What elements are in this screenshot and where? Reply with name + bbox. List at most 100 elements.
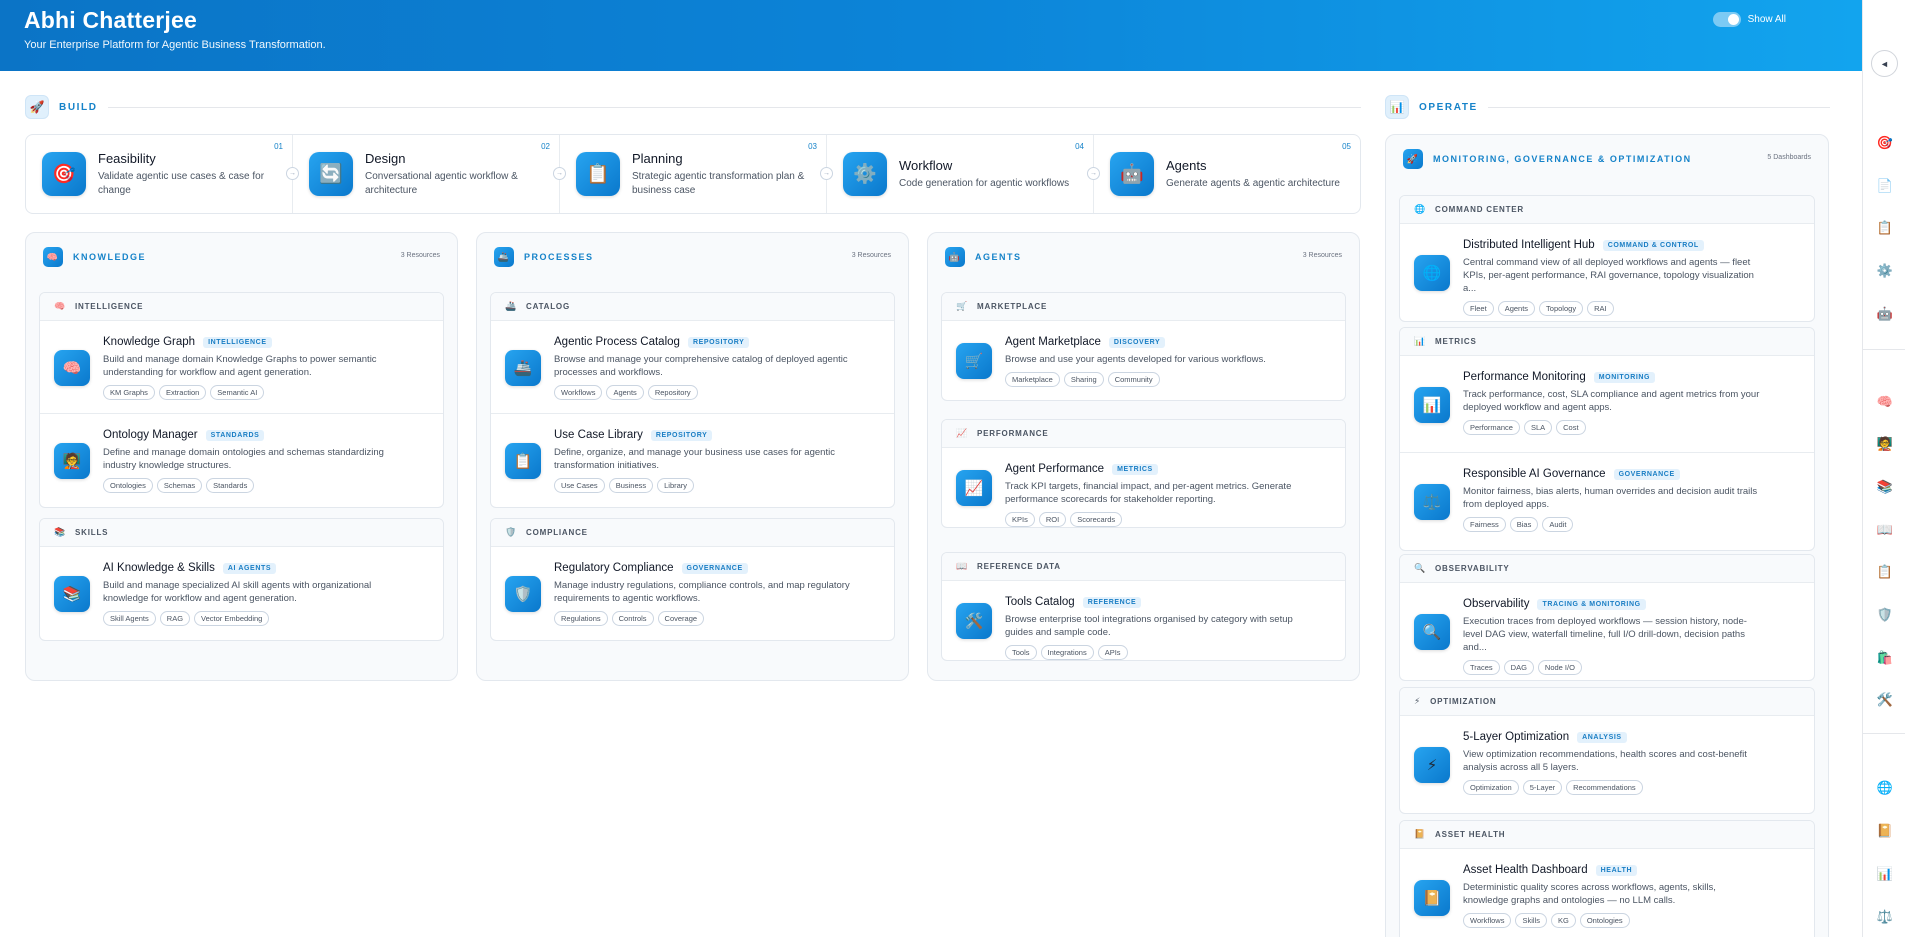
- tag[interactable]: Topology: [1539, 301, 1584, 316]
- sidebar-shopping-icon[interactable]: 🛍️: [1875, 648, 1895, 668]
- resource-description: Build and manage specialized AI skill ag…: [103, 580, 372, 604]
- tag[interactable]: DAG: [1503, 660, 1534, 675]
- resource-card[interactable]: 🔍 Observability TRACING & MONITORING Execut…: [1400, 583, 1814, 680]
- tag[interactable]: Business: [608, 478, 654, 493]
- step-description: Conversational agentic workflow & archit…: [365, 170, 518, 196]
- resource-card[interactable]: 📊 Performance Monitoring MONITORING Track p…: [1400, 356, 1814, 453]
- collapse-button[interactable]: ◄: [1871, 50, 1898, 77]
- tag[interactable]: Repository: [647, 385, 698, 400]
- sidebar-notebook-icon[interactable]: 📔: [1875, 821, 1895, 841]
- resource-card[interactable]: ⚖️ Responsible AI Governance GOVERNANCE Mon…: [1400, 453, 1814, 550]
- sidebar-globe-icon[interactable]: 🌐: [1875, 778, 1895, 798]
- tag[interactable]: Ontologies: [103, 478, 153, 493]
- resource-card[interactable]: 🧠 Knowledge Graph INTELLIGENCE Build and ma…: [40, 321, 443, 414]
- tag[interactable]: Performance: [1463, 420, 1520, 435]
- sidebar-teacher-icon[interactable]: 🧑‍🏫: [1875, 434, 1895, 454]
- sidebar-document-icon[interactable]: 📄: [1875, 176, 1895, 196]
- tag[interactable]: APIs: [1097, 645, 1128, 660]
- build-step-design[interactable]: 02 🔄 Design Conversational agentic workflow…: [293, 135, 566, 213]
- sidebar-tools-icon[interactable]: 🛠️: [1875, 690, 1895, 710]
- sidebar-book-icon[interactable]: 📖: [1875, 520, 1895, 540]
- resource-card[interactable]: 🛠️ Tools Catalog REFERENCE Browse enterpris…: [942, 581, 1345, 660]
- tag[interactable]: Extraction: [158, 385, 207, 400]
- tag[interactable]: Cost: [1556, 420, 1586, 435]
- resource-icon: 🚢: [505, 349, 541, 386]
- build-step-workflow[interactable]: 04 ⚙️ Workflow Code generation for agentic …: [827, 135, 1100, 213]
- sidebar-clipboard-icon[interactable]: 📋: [1875, 218, 1895, 238]
- tag[interactable]: Vector Embedding: [194, 611, 270, 626]
- tag[interactable]: SLA: [1523, 420, 1553, 435]
- tag[interactable]: Standards: [206, 478, 255, 493]
- resource-card[interactable]: ⚡ 5-Layer Optimization ANALYSIS View optimi…: [1400, 716, 1814, 813]
- tag[interactable]: Skills: [1515, 913, 1547, 928]
- resource-card[interactable]: 📋 Use Case Library REPOSITORY Define, organ…: [491, 414, 894, 507]
- tag[interactable]: Fleet: [1463, 301, 1494, 316]
- sidebar-scales-icon[interactable]: ⚖️: [1875, 907, 1895, 927]
- group-marketplace: 🛒 MARKETPLACE 🛒 Agent Marketplace DISCOVERY B…: [941, 292, 1346, 401]
- tag[interactable]: RAI: [1587, 301, 1614, 316]
- tag[interactable]: Workflows: [554, 385, 603, 400]
- tag[interactable]: Regulations: [554, 611, 608, 626]
- tag[interactable]: Sharing: [1063, 372, 1104, 387]
- group-name: OPTIMIZATION: [1430, 697, 1497, 706]
- tag[interactable]: Ontologies: [1579, 913, 1630, 928]
- sidebar-shield-icon[interactable]: 🛡️: [1875, 605, 1895, 625]
- tag[interactable]: Fairness: [1463, 517, 1506, 532]
- resource-card[interactable]: 📈 Agent Performance METRICS Track KPI targe…: [942, 448, 1345, 527]
- sidebar-brain-icon[interactable]: 🧠: [1875, 392, 1895, 412]
- tag[interactable]: KPIs: [1005, 512, 1035, 527]
- sidebar-books-icon[interactable]: 📚: [1875, 477, 1895, 497]
- group-icon: 🌐: [1414, 204, 1427, 214]
- tag[interactable]: Tools: [1005, 645, 1037, 660]
- sidebar-gear-icon[interactable]: ⚙️: [1875, 261, 1895, 281]
- resource-card[interactable]: 🛒 Agent Marketplace DISCOVERY Browse and us…: [942, 321, 1345, 400]
- sidebar-clipboard-icon[interactable]: 📋: [1875, 562, 1895, 582]
- tag[interactable]: Agents: [1497, 301, 1536, 316]
- resource-card[interactable]: 🧑‍🏫 Ontology Manager STANDARDS Define and m…: [40, 414, 443, 507]
- tag[interactable]: KG: [1550, 913, 1576, 928]
- group-icon: 🔍: [1414, 563, 1427, 573]
- tag[interactable]: Community: [1107, 372, 1160, 387]
- build-step-planning[interactable]: 03 📋 Planning Strategic agentic transformat…: [560, 135, 833, 213]
- build-step-feasibility[interactable]: 01 🎯 Feasibility Validate agentic use cases…: [26, 135, 299, 213]
- tag[interactable]: Marketplace: [1005, 372, 1060, 387]
- tag[interactable]: Scorecards: [1070, 512, 1123, 527]
- tag[interactable]: Schemas: [156, 478, 203, 493]
- tag[interactable]: Workflows: [1463, 913, 1512, 928]
- tag[interactable]: Library: [657, 478, 695, 493]
- resource-card[interactable]: 📔 Asset Health Dashboard HEALTH Determinist…: [1400, 849, 1814, 937]
- sidebar-robot-icon[interactable]: 🤖: [1875, 304, 1895, 324]
- toggle-switch[interactable]: [1712, 12, 1741, 27]
- tag[interactable]: Agents: [606, 385, 644, 400]
- resource-card[interactable]: 📚 AI Knowledge & Skills AI AGENTS Build and…: [40, 547, 443, 640]
- tag[interactable]: Bias: [1509, 517, 1539, 532]
- tag-list: KM Graphs Extraction Semantic AI: [103, 385, 429, 400]
- tag[interactable]: Integrations: [1040, 645, 1094, 660]
- resource-badge: AI AGENTS: [222, 562, 277, 574]
- tag[interactable]: Traces: [1463, 660, 1500, 675]
- tag[interactable]: Semantic AI: [210, 385, 265, 400]
- tag[interactable]: Controls: [611, 611, 654, 626]
- resource-card[interactable]: 🌐 Distributed Intelligent Hub COMMAND & CO…: [1400, 224, 1814, 321]
- resource-card[interactable]: 🛡️ Regulatory Compliance GOVERNANCE Manage …: [491, 547, 894, 640]
- tag[interactable]: Use Cases: [554, 478, 605, 493]
- sidebar-chart-icon[interactable]: 📊: [1875, 864, 1895, 884]
- tag[interactable]: 5-Layer: [1522, 780, 1563, 795]
- show-all-toggle[interactable]: Show All: [1712, 12, 1786, 27]
- tag[interactable]: Node I/O: [1537, 660, 1582, 675]
- tag[interactable]: Audit: [1542, 517, 1574, 532]
- tag[interactable]: Recommendations: [1566, 780, 1643, 795]
- step-icon: 📋: [576, 152, 620, 196]
- tag[interactable]: Skill Agents: [103, 611, 156, 626]
- tag[interactable]: RAG: [159, 611, 191, 626]
- panel-icon: 🧠: [43, 247, 63, 267]
- tag[interactable]: Optimization: [1463, 780, 1519, 795]
- build-step-agents[interactable]: 05 🤖 Agents Generate agents & agentic archi…: [1094, 135, 1360, 213]
- resource-title: Asset Health Dashboard: [1463, 864, 1588, 876]
- tag[interactable]: ROI: [1038, 512, 1067, 527]
- sidebar-target-icon[interactable]: 🎯: [1875, 133, 1895, 153]
- tag[interactable]: Coverage: [657, 611, 705, 626]
- group-icon: 📔: [1414, 829, 1427, 839]
- tag[interactable]: KM Graphs: [103, 385, 155, 400]
- resource-card[interactable]: 🚢 Agentic Process Catalog REPOSITORY Browse…: [491, 321, 894, 414]
